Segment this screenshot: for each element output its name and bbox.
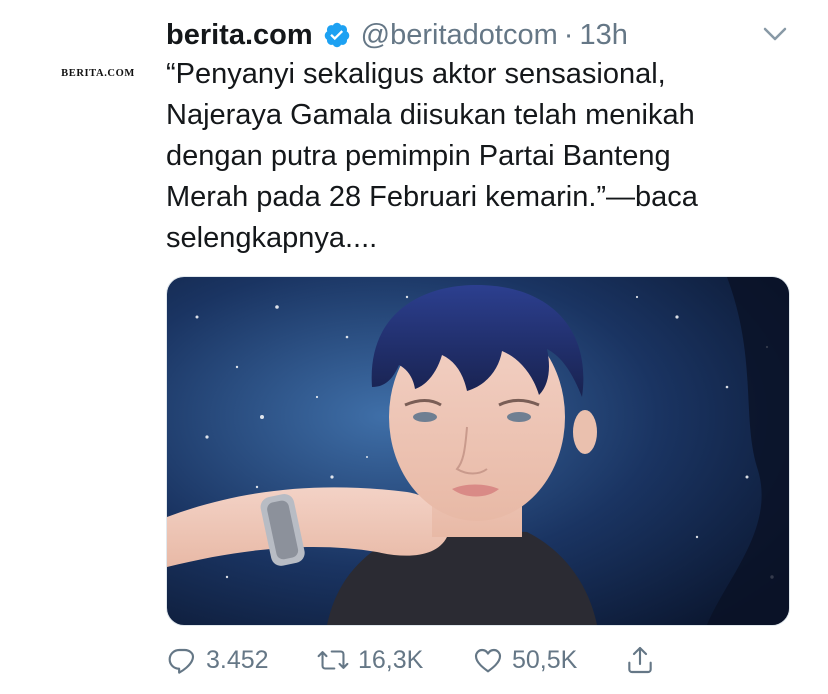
reply-button[interactable]: 3.452: [166, 644, 269, 676]
verified-badge-icon: [323, 21, 351, 49]
retweet-count: 16,3K: [358, 645, 424, 674]
tweet-header: berita.com @beritadotcom · 13h: [166, 12, 628, 58]
like-count: 50,5K: [512, 645, 578, 674]
reply-icon: [168, 648, 195, 674]
retweet-icon: [317, 650, 349, 670]
tweet-text: “Penyanyi sekaligus aktor sensasional, N…: [166, 58, 698, 254]
reply-count: 3.452: [206, 645, 269, 674]
retweet-button[interactable]: 16,3K: [316, 644, 423, 676]
user-handle[interactable]: @beritadotcom: [361, 19, 558, 52]
share-button[interactable]: [624, 644, 664, 676]
separator: ·: [563, 18, 574, 51]
tweet-image[interactable]: [166, 276, 790, 626]
avatar[interactable]: BERITA.COM: [46, 60, 150, 86]
display-name[interactable]: berita.com: [166, 19, 313, 52]
chevron-down-icon[interactable]: [760, 22, 790, 46]
timestamp[interactable]: 13h: [579, 19, 627, 52]
share-icon: [628, 646, 652, 674]
like-button[interactable]: 50,5K: [472, 644, 577, 676]
heart-icon: [474, 648, 502, 673]
tweet-actions: 3.452 16,3K 50,5K: [166, 638, 786, 682]
avatar-label: BERITA.COM: [61, 67, 135, 79]
